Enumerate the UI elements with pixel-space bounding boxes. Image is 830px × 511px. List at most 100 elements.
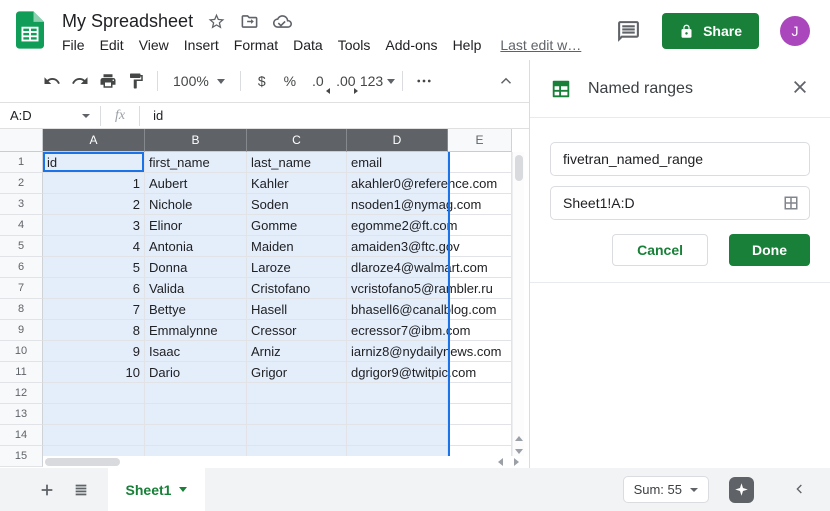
scroll-left-button[interactable] xyxy=(492,456,508,468)
cell-C14[interactable] xyxy=(247,425,347,446)
menu-format[interactable]: Format xyxy=(234,37,278,53)
cell-C7[interactable]: Cristofano xyxy=(247,278,347,299)
cell-C10[interactable]: Arniz xyxy=(247,341,347,362)
scroll-right-button[interactable] xyxy=(508,456,524,468)
select-all-corner[interactable] xyxy=(0,129,43,152)
decrease-decimal-button[interactable]: .0 xyxy=(304,67,332,95)
cell-C5[interactable]: Maiden xyxy=(247,236,347,257)
comment-history-icon[interactable] xyxy=(616,19,641,44)
menu-view[interactable]: View xyxy=(139,37,169,53)
cell-C11[interactable]: Grigor xyxy=(247,362,347,383)
row-header-2[interactable]: 2 xyxy=(0,173,43,194)
cell-E13[interactable] xyxy=(448,404,512,425)
cell-D2[interactable]: akahler0@reference.com xyxy=(347,173,448,194)
vertical-scrollbar-thumb[interactable] xyxy=(515,155,523,181)
number-format-button[interactable]: 123 xyxy=(360,67,395,95)
collapse-panel-button[interactable] xyxy=(792,481,810,499)
cell-B2[interactable]: Aubert xyxy=(145,173,247,194)
avatar[interactable]: J xyxy=(780,16,810,46)
cell-D13[interactable] xyxy=(347,404,448,425)
cell-A14[interactable] xyxy=(43,425,145,446)
row-header-4[interactable]: 4 xyxy=(0,215,43,236)
cell-D7[interactable]: vcristofano5@rambler.ru xyxy=(347,278,448,299)
cell-B6[interactable]: Donna xyxy=(145,257,247,278)
scroll-up-icon[interactable] xyxy=(515,436,523,441)
cell-C3[interactable]: Soden xyxy=(247,194,347,215)
formula-input[interactable]: id xyxy=(153,108,163,123)
row-header-1[interactable]: 1 xyxy=(0,152,43,173)
cell-B10[interactable]: Isaac xyxy=(145,341,247,362)
horizontal-scrollbar-thumb[interactable] xyxy=(45,458,120,466)
cell-A1[interactable]: id xyxy=(43,152,145,173)
last-edit-link[interactable]: Last edit w… xyxy=(500,37,581,53)
select-data-range-icon[interactable] xyxy=(782,194,800,212)
cell-A9[interactable]: 8 xyxy=(43,320,145,341)
row-header-10[interactable]: 10 xyxy=(0,341,43,362)
cell-A13[interactable] xyxy=(43,404,145,425)
vertical-scrollbar[interactable] xyxy=(512,152,524,456)
menu-add-ons[interactable]: Add-ons xyxy=(385,37,437,53)
cell-A2[interactable]: 1 xyxy=(43,173,145,194)
zoom-control[interactable]: 100% xyxy=(165,73,233,89)
menu-tools[interactable]: Tools xyxy=(338,37,371,53)
increase-decimal-button[interactable]: .00 xyxy=(332,67,360,95)
menu-file[interactable]: File xyxy=(62,37,85,53)
cell-A3[interactable]: 2 xyxy=(43,194,145,215)
row-header-9[interactable]: 9 xyxy=(0,320,43,341)
cell-D9[interactable]: ecressor7@ibm.com xyxy=(347,320,448,341)
undo-button[interactable] xyxy=(38,67,66,95)
cell-B12[interactable] xyxy=(145,383,247,404)
cell-C8[interactable]: Hasell xyxy=(247,299,347,320)
collapse-toolbar-button[interactable] xyxy=(497,72,515,90)
move-folder-icon[interactable] xyxy=(240,12,259,31)
cell-B9[interactable]: Emmalynne xyxy=(145,320,247,341)
cell-B7[interactable]: Valida xyxy=(145,278,247,299)
cell-C2[interactable]: Kahler xyxy=(247,173,347,194)
print-button[interactable] xyxy=(94,67,122,95)
menu-data[interactable]: Data xyxy=(293,37,323,53)
cell-D12[interactable] xyxy=(347,383,448,404)
add-sheet-button[interactable] xyxy=(34,477,60,503)
cell-A6[interactable]: 5 xyxy=(43,257,145,278)
redo-button[interactable] xyxy=(66,67,94,95)
sum-summary-button[interactable]: Sum: 55 xyxy=(623,476,709,503)
more-toolbar-button[interactable] xyxy=(410,67,438,95)
paint-format-button[interactable] xyxy=(122,67,150,95)
cell-D4[interactable]: egomme2@ft.com xyxy=(347,215,448,236)
format-currency-button[interactable]: $ xyxy=(248,67,276,95)
cell-C1[interactable]: last_name xyxy=(247,152,347,173)
cell-D11[interactable]: dgrigor9@twitpic.com xyxy=(347,362,448,383)
share-button[interactable]: Share xyxy=(662,13,759,49)
cell-B14[interactable] xyxy=(145,425,247,446)
menu-edit[interactable]: Edit xyxy=(100,37,124,53)
cell-C6[interactable]: Laroze xyxy=(247,257,347,278)
cell-D10[interactable]: iarniz8@nydailynews.com xyxy=(347,341,448,362)
row-header-11[interactable]: 11 xyxy=(0,362,43,383)
row-header-14[interactable]: 14 xyxy=(0,425,43,446)
cell-B13[interactable] xyxy=(145,404,247,425)
cell-C9[interactable]: Cressor xyxy=(247,320,347,341)
explore-button[interactable] xyxy=(729,477,754,503)
cell-C13[interactable] xyxy=(247,404,347,425)
all-sheets-menu-button[interactable] xyxy=(68,477,94,503)
cell-D14[interactable] xyxy=(347,425,448,446)
cell-B3[interactable]: Nichole xyxy=(145,194,247,215)
scroll-down-icon[interactable] xyxy=(515,449,523,454)
cell-D3[interactable]: nsoden1@nymag.com xyxy=(347,194,448,215)
menu-help[interactable]: Help xyxy=(453,37,482,53)
cancel-button[interactable]: Cancel xyxy=(612,234,708,266)
cell-A11[interactable]: 10 xyxy=(43,362,145,383)
column-header-B[interactable]: B xyxy=(145,129,247,152)
cell-A4[interactable]: 3 xyxy=(43,215,145,236)
cell-C4[interactable]: Gomme xyxy=(247,215,347,236)
name-box[interactable]: A:D xyxy=(0,108,100,123)
row-header-13[interactable]: 13 xyxy=(0,404,43,425)
column-header-E[interactable]: E xyxy=(448,129,512,152)
cell-A8[interactable]: 7 xyxy=(43,299,145,320)
format-percent-button[interactable]: % xyxy=(276,67,304,95)
range-reference-input[interactable] xyxy=(550,186,810,220)
cell-E1[interactable] xyxy=(448,152,512,173)
cell-D8[interactable]: bhasell6@canalblog.com xyxy=(347,299,448,320)
row-header-12[interactable]: 12 xyxy=(0,383,43,404)
cell-B5[interactable]: Antonia xyxy=(145,236,247,257)
